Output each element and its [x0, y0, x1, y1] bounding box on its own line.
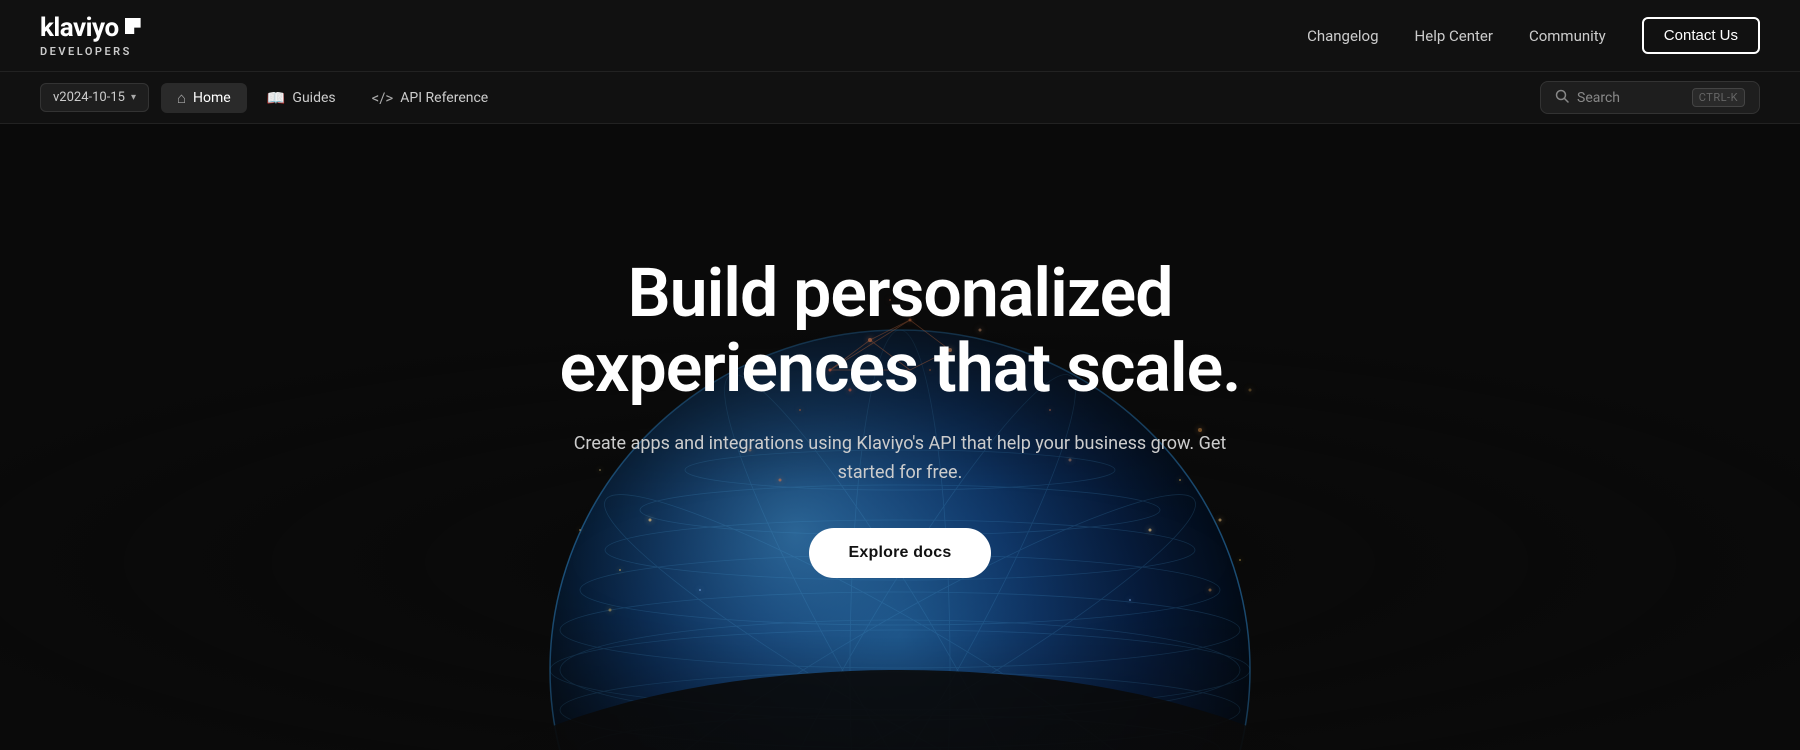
code-icon: </>: [372, 89, 394, 107]
nav-home[interactable]: ⌂ Home: [161, 83, 247, 113]
nav-guides-label: Guides: [292, 90, 335, 106]
nav-home-label: Home: [193, 90, 231, 106]
top-nav: klaviyo DEVELOPERS Changelog Help Center…: [0, 0, 1800, 72]
version-text: v2024-10-15: [53, 90, 125, 105]
home-icon: ⌂: [177, 89, 186, 107]
nav-api-label: API Reference: [400, 90, 488, 106]
logo-wordmark: klaviyo: [40, 13, 141, 43]
search-icon: [1555, 89, 1569, 107]
nav-community[interactable]: Community: [1529, 27, 1606, 45]
version-dropdown[interactable]: v2024-10-15 ▾: [40, 83, 149, 112]
sub-nav: v2024-10-15 ▾ ⌂ Home 📖 Guides </> API Re…: [0, 72, 1800, 124]
nav-changelog[interactable]: Changelog: [1307, 27, 1378, 45]
search-shortcut: CTRL-K: [1692, 88, 1745, 107]
hero-content: Build personalized experiences that scal…: [550, 256, 1250, 577]
top-nav-links: Changelog Help Center Community Contact …: [1307, 17, 1760, 54]
hero-title: Build personalized experiences that scal…: [550, 256, 1250, 406]
contact-us-button[interactable]: Contact Us: [1642, 17, 1760, 54]
chevron-down-icon: ▾: [131, 92, 136, 103]
hero-subtitle: Create apps and integrations using Klavi…: [550, 430, 1250, 488]
explore-docs-button[interactable]: Explore docs: [809, 528, 992, 578]
logo-text: klaviyo: [40, 13, 119, 43]
nav-help-center[interactable]: Help Center: [1415, 27, 1493, 45]
logo-sub: DEVELOPERS: [40, 45, 141, 58]
search-bar[interactable]: Search CTRL-K: [1540, 81, 1760, 114]
klaviyo-icon: [125, 18, 141, 34]
logo-area: klaviyo DEVELOPERS: [40, 13, 141, 58]
book-icon: 📖: [267, 89, 286, 107]
hero-section: Build personalized experiences that scal…: [0, 124, 1800, 750]
sub-nav-left: v2024-10-15 ▾ ⌂ Home 📖 Guides </> API Re…: [40, 83, 504, 113]
nav-api-reference[interactable]: </> API Reference: [356, 83, 505, 113]
nav-guides[interactable]: 📖 Guides: [251, 83, 352, 113]
search-placeholder: Search: [1577, 90, 1684, 106]
